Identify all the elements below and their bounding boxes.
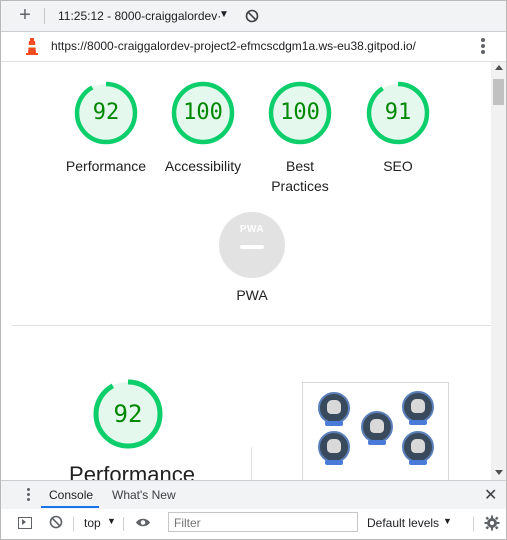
- toolbar-divider: [73, 517, 74, 531]
- rock-hand-icon: [318, 392, 350, 426]
- final-screenshot[interactable]: [302, 382, 449, 480]
- console-settings-gear-icon[interactable]: [484, 515, 500, 531]
- spock-hand-icon: [361, 411, 393, 445]
- tab-whats-new[interactable]: What's New: [112, 488, 176, 502]
- performance-score[interactable]: 92: [73, 80, 139, 146]
- column-divider: [251, 447, 252, 480]
- best-practices-label: Best Practices: [271, 158, 329, 194]
- report-scrollbar[interactable]: [491, 62, 506, 480]
- lighthouse-report: 92 100 100 91 Performance Accessibility …: [12, 62, 491, 480]
- session-dropdown-caret-icon[interactable]: ▼: [219, 9, 229, 20]
- lizard-hand-icon: [318, 431, 350, 465]
- performance-heading: Performance: [69, 462, 195, 480]
- new-report-plus-icon[interactable]: +: [15, 5, 35, 25]
- section-divider: [12, 325, 491, 326]
- scroll-thumb[interactable]: [493, 79, 504, 105]
- active-tab-indicator: [41, 506, 99, 508]
- seo-label: SEO: [383, 158, 413, 174]
- toolbar-divider: [123, 517, 124, 531]
- console-toolbar: top ▼ Filter Default levels ▼: [1, 509, 506, 539]
- console-filter-input[interactable]: Filter: [168, 512, 358, 532]
- scroll-up-arrow-icon[interactable]: [495, 65, 503, 70]
- performance-big-score: 92: [113, 400, 143, 428]
- accessibility-score[interactable]: 100: [170, 80, 236, 146]
- best-practices-score[interactable]: 100: [267, 80, 333, 146]
- context-selector[interactable]: top: [84, 516, 101, 530]
- seo-score[interactable]: 91: [365, 80, 431, 146]
- clear-reports-icon[interactable]: [245, 9, 259, 23]
- log-levels-caret-icon[interactable]: ▼: [443, 516, 452, 526]
- pwa-logo-icon: PWA: [239, 224, 265, 235]
- drawer-tab-bar: Console What's New ✕: [1, 480, 506, 510]
- clear-console-icon[interactable]: [49, 515, 63, 529]
- pwa-gauge[interactable]: PWA: [219, 212, 285, 278]
- scroll-down-arrow-icon[interactable]: [495, 470, 503, 475]
- accessibility-label: Accessibility: [164, 158, 242, 174]
- performance-label: Performance: [65, 158, 147, 174]
- report-session-title[interactable]: 11:25:12 - 8000-craiggalordev·: [58, 9, 221, 23]
- scissors-hand-icon: [402, 391, 434, 425]
- devtools-window: + 11:25:12 - 8000-craiggalordev· ▼ https…: [0, 0, 507, 540]
- show-sidebar-icon[interactable]: [18, 517, 32, 529]
- top-toolbar: + 11:25:12 - 8000-craiggalordev· ▼: [1, 1, 506, 32]
- lighthouse-logo-icon: [26, 38, 38, 55]
- tab-console[interactable]: Console: [49, 488, 93, 502]
- pwa-na-dash: [240, 245, 264, 249]
- toolbar-divider: [473, 517, 474, 531]
- url-bar: https://8000-craiggalordev-project2-efmc…: [1, 32, 506, 62]
- live-expression-eye-icon[interactable]: [135, 517, 151, 528]
- report-url: https://8000-craiggalordev-project2-efmc…: [51, 39, 416, 53]
- close-drawer-icon[interactable]: ✕: [484, 485, 497, 505]
- pwa-label: PWA: [236, 287, 268, 303]
- toolbar-divider: [44, 8, 45, 24]
- paper-hand-icon: [402, 431, 434, 465]
- context-caret-icon[interactable]: ▼: [107, 516, 116, 526]
- drawer-menu-icon[interactable]: [25, 487, 31, 503]
- log-levels-dropdown[interactable]: Default levels: [367, 516, 439, 530]
- more-options-icon[interactable]: [479, 37, 487, 55]
